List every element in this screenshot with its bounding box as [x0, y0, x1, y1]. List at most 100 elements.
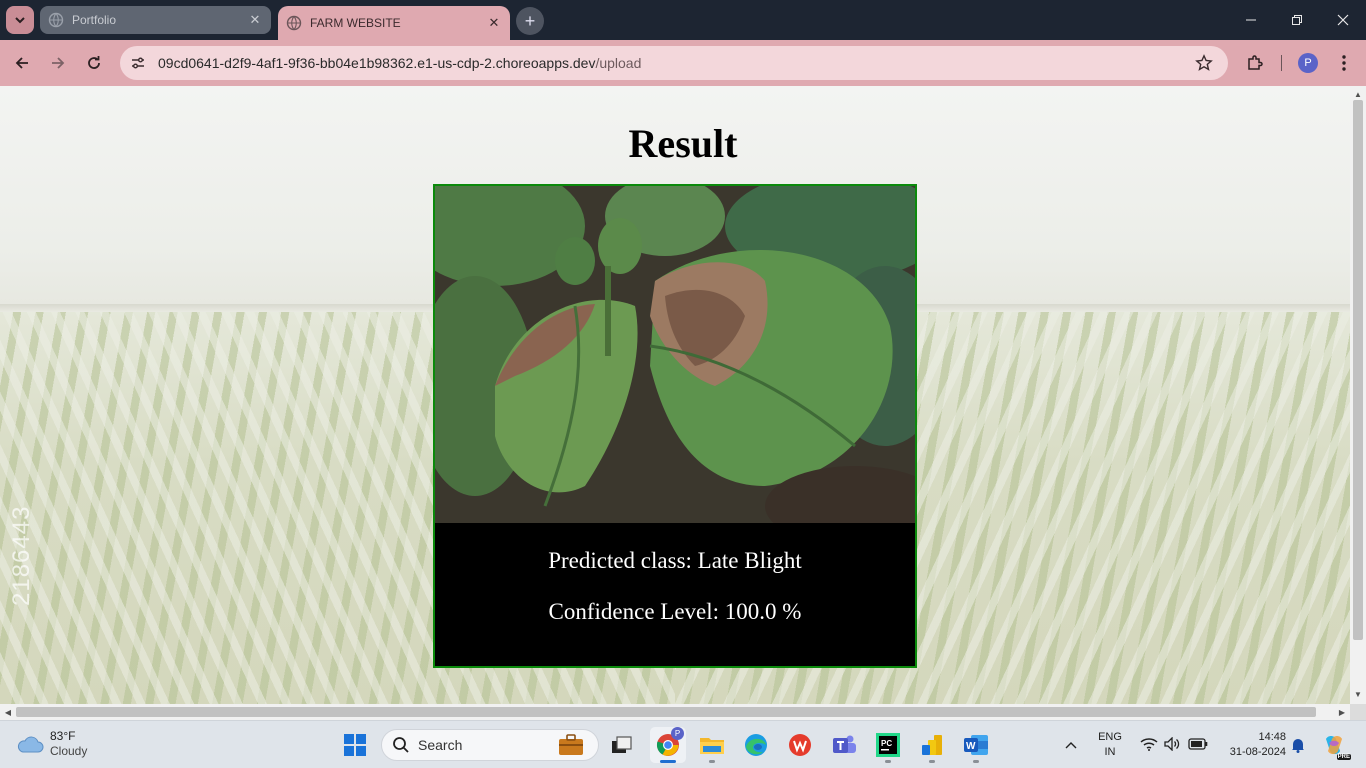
page-viewport: 2186443 Result Predicted class: Late Bli…: [0, 86, 1350, 704]
running-indicator: [929, 760, 935, 763]
running-indicator: [709, 760, 715, 763]
battery-icon: [1188, 738, 1208, 750]
taskbar-edge[interactable]: [738, 727, 774, 763]
minimize-button[interactable]: [1228, 0, 1274, 40]
restore-icon: [1292, 15, 1302, 25]
page-title: Result: [628, 121, 738, 166]
arrow-right-icon: [52, 57, 65, 69]
start-button[interactable]: [337, 727, 373, 763]
taskbar-teams[interactable]: [826, 727, 862, 763]
search-label: Search: [418, 737, 463, 753]
folder-icon: [700, 738, 724, 754]
word-icon: W: [964, 735, 988, 755]
scrollbar-corner: [1350, 704, 1366, 720]
tab-title: FARM WEBSITE: [310, 16, 401, 30]
taskbar-chrome[interactable]: P: [650, 727, 686, 763]
horizontal-scroll-thumb[interactable]: [16, 707, 1316, 717]
weather-widget[interactable]: 83°F Cloudy: [16, 729, 87, 759]
confidence-level-text: Confidence Level: 100.0 %: [548, 599, 802, 624]
vertical-scroll-thumb[interactable]: [1353, 100, 1363, 640]
new-tab-button[interactable]: +: [516, 7, 544, 35]
chevron-down-icon: [15, 17, 25, 24]
clock[interactable]: 14:48 31-08-2024: [1216, 730, 1286, 760]
tab-farm-website[interactable]: FARM WEBSITE ✕: [278, 6, 510, 40]
wifi-icon: [1140, 738, 1158, 751]
system-tray-status[interactable]: [1134, 727, 1214, 761]
scroll-right-arrow-icon[interactable]: ▶: [1334, 704, 1350, 720]
edge-icon: [745, 734, 767, 756]
globe-icon: [48, 12, 64, 28]
forward-button[interactable]: [43, 48, 73, 78]
minimize-icon: [1246, 19, 1256, 21]
clock-time: 14:48: [1258, 731, 1286, 743]
site-settings-icon[interactable]: [126, 51, 150, 75]
weather-condition: Cloudy: [50, 744, 88, 758]
taskbar-wps-office[interactable]: [782, 727, 818, 763]
browser-toolbar: 09cd0641-d2f9-4af1-9f36-bb04e1b98362.e1-…: [0, 40, 1366, 86]
horizontal-scrollbar[interactable]: ◀ ▶: [0, 704, 1350, 720]
copilot-preview-badge: PRE: [1336, 754, 1351, 760]
taskbar-word[interactable]: W: [958, 727, 994, 763]
arrow-left-icon: [15, 57, 28, 69]
background-watermark: 2186443: [8, 505, 35, 606]
url-text: 09cd0641-d2f9-4af1-9f36-bb04e1b98362.e1-…: [158, 55, 1190, 71]
extensions-button[interactable]: [1240, 48, 1270, 78]
close-icon[interactable]: ✕: [245, 10, 265, 30]
tab-portfolio[interactable]: Portfolio ✕: [40, 6, 271, 34]
taskbar-pycharm[interactable]: PC: [870, 727, 906, 763]
show-hidden-icons-button[interactable]: [1054, 727, 1088, 763]
restore-button[interactable]: [1274, 0, 1320, 40]
windows-taskbar: 83°F Cloudy Search P PC W ENG IN 14:48 3…: [0, 720, 1366, 768]
bookmark-star-icon[interactable]: [1190, 49, 1218, 77]
close-icon: [1337, 14, 1349, 26]
taskbar-power-bi[interactable]: [914, 727, 950, 763]
svg-text:PC: PC: [881, 739, 892, 748]
predicted-class-text: Predicted class: Late Blight: [548, 548, 802, 573]
back-button[interactable]: [7, 48, 37, 78]
plus-icon: +: [524, 10, 536, 31]
cloud-icon: [17, 736, 44, 753]
leaf-image: [435, 186, 915, 523]
language-code: ENG: [1098, 731, 1122, 743]
clock-date: 31-08-2024: [1229, 746, 1286, 758]
task-view-button[interactable]: [604, 727, 640, 763]
search-icon: [393, 737, 409, 753]
close-icon[interactable]: ✕: [484, 13, 504, 33]
scroll-down-arrow-icon[interactable]: ▼: [1350, 686, 1366, 702]
reload-icon: [88, 56, 100, 69]
teams-icon: [833, 735, 856, 753]
copilot-button[interactable]: PRE: [1316, 727, 1352, 763]
profile-button[interactable]: P: [1293, 48, 1323, 78]
url-host: 09cd0641-d2f9-4af1-9f36-bb04e1b98362.e1-…: [158, 55, 596, 71]
taskbar-search-box[interactable]: Search: [381, 729, 599, 761]
language-region: IN: [1104, 746, 1116, 758]
url-path: /upload: [595, 55, 642, 71]
close-window-button[interactable]: [1320, 0, 1366, 40]
tab-search-button[interactable]: [6, 6, 34, 34]
running-indicator: [660, 760, 676, 763]
taskbar-file-explorer[interactable]: [694, 727, 730, 763]
wps-office-icon: [789, 734, 811, 756]
windows-logo-icon: [344, 734, 366, 756]
more-vertical-icon: [1342, 55, 1346, 71]
notifications-button[interactable]: [1286, 727, 1310, 763]
running-indicator: [973, 760, 979, 763]
input-language-indicator[interactable]: ENG IN: [1092, 730, 1128, 760]
chevron-up-icon: [1065, 742, 1077, 749]
volume-icon: [1164, 737, 1180, 751]
briefcase-icon: [559, 734, 583, 755]
pycharm-icon: PC: [876, 733, 900, 757]
scroll-left-arrow-icon[interactable]: ◀: [0, 704, 16, 720]
power-bi-icon: [922, 735, 942, 755]
tab-strip: Portfolio ✕ FARM WEBSITE ✕ +: [0, 0, 1366, 40]
reload-button[interactable]: [79, 48, 109, 78]
puzzle-icon: [1248, 55, 1263, 70]
svg-text:W: W: [966, 741, 976, 752]
address-bar[interactable]: 09cd0641-d2f9-4af1-9f36-bb04e1b98362.e1-…: [120, 46, 1228, 80]
browser-menu-button[interactable]: [1329, 48, 1359, 78]
vertical-scrollbar[interactable]: ▲ ▼: [1350, 86, 1366, 704]
task-view-icon: [612, 736, 632, 753]
bell-icon: [1292, 739, 1304, 753]
weather-temperature: 83°F: [50, 729, 76, 743]
running-indicator: [885, 760, 891, 763]
